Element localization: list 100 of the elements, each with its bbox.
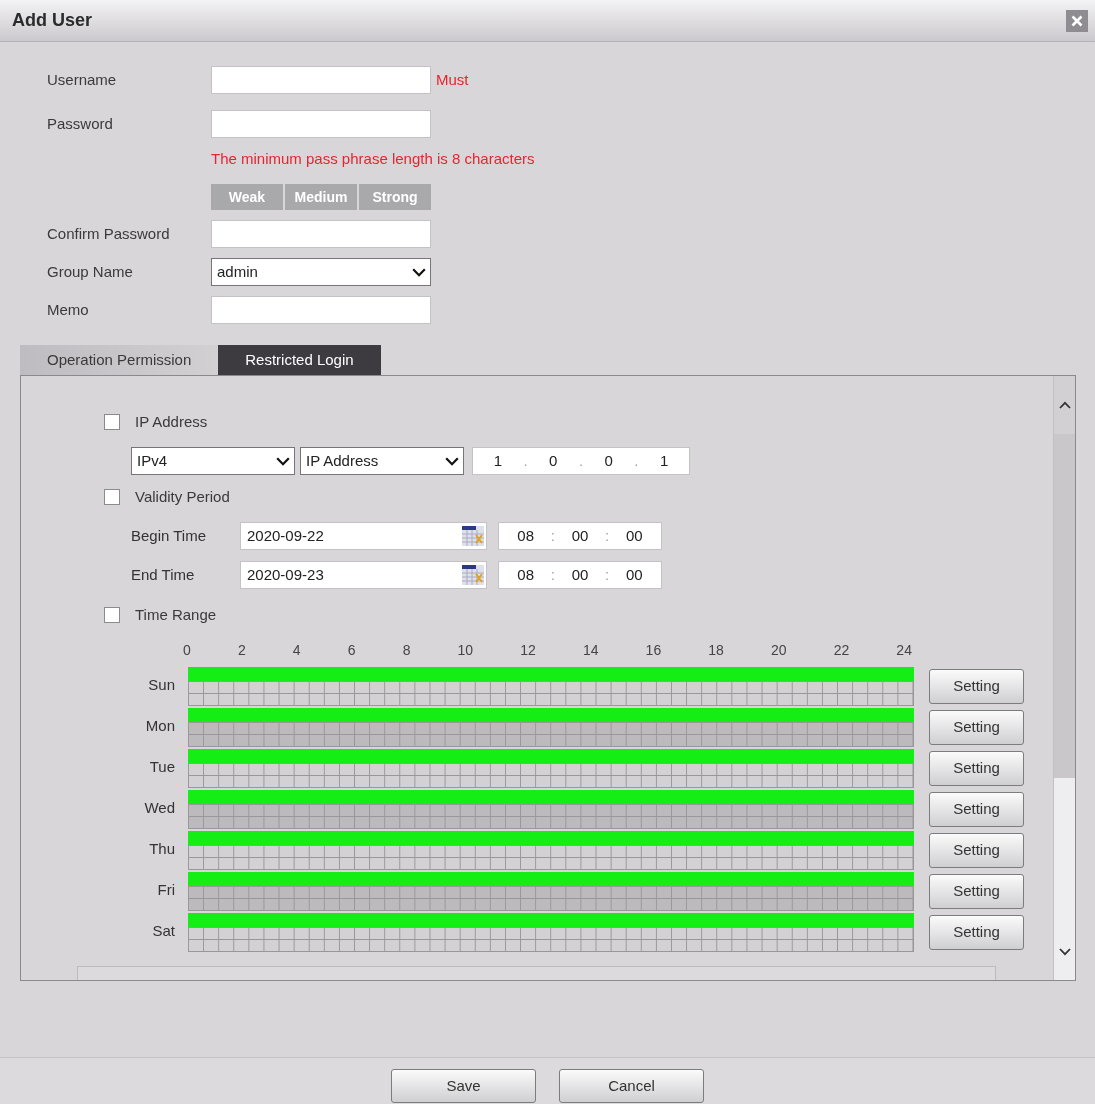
period-bar[interactable] bbox=[188, 790, 914, 804]
time-part[interactable]: 00 bbox=[571, 563, 589, 587]
day-label: Wed bbox=[144, 799, 175, 817]
period-bar[interactable] bbox=[188, 831, 914, 845]
checkbox[interactable] bbox=[104, 607, 120, 623]
setting-button[interactable]: Setting bbox=[929, 874, 1024, 909]
period-bar[interactable] bbox=[188, 913, 914, 927]
tab[interactable]: Restricted Login bbox=[218, 345, 381, 375]
group-select[interactable]: admin bbox=[211, 258, 431, 286]
text-field[interactable] bbox=[211, 66, 431, 94]
period-bar[interactable] bbox=[188, 749, 914, 763]
ip-octet[interactable]: 0 bbox=[604, 449, 613, 473]
scrollbar[interactable] bbox=[1053, 376, 1075, 980]
field-label: Memo bbox=[47, 299, 89, 320]
day-label: Tue bbox=[149, 758, 175, 776]
text-field[interactable] bbox=[211, 296, 431, 324]
hour-label: 22 bbox=[833, 642, 850, 658]
day-label: Fri bbox=[157, 881, 175, 899]
checkbox[interactable] bbox=[104, 489, 120, 505]
period-bar[interactable] bbox=[188, 872, 914, 886]
day-label: Thu bbox=[149, 840, 175, 858]
ip-version-select[interactable]: IPv4 bbox=[131, 447, 295, 475]
time-part[interactable]: 00 bbox=[625, 524, 643, 548]
ip-separator: . bbox=[578, 450, 584, 471]
close-button[interactable] bbox=[1066, 9, 1088, 32]
hour-label: 12 bbox=[520, 642, 536, 658]
time-label: Begin Time bbox=[131, 525, 207, 546]
time-grid[interactable] bbox=[188, 763, 914, 788]
ip-octet[interactable]: 1 bbox=[659, 449, 669, 473]
strength-segment: Strong bbox=[359, 184, 431, 210]
time-separator: : bbox=[605, 564, 610, 585]
option-label: Validity Period bbox=[135, 486, 230, 507]
field-label: Confirm Password bbox=[47, 223, 170, 244]
calendar-icon[interactable] bbox=[462, 526, 484, 546]
setting-button[interactable]: Setting bbox=[929, 710, 1024, 745]
hour-label: 8 bbox=[402, 642, 411, 658]
time-part[interactable]: 08 bbox=[517, 524, 535, 548]
chevron-down-icon bbox=[412, 267, 426, 277]
footer-button[interactable]: Cancel bbox=[559, 1069, 704, 1103]
day-label: Sat bbox=[152, 922, 175, 940]
password-field[interactable] bbox=[211, 220, 431, 248]
time-field[interactable]: 08 : 00 : 00 bbox=[498, 522, 662, 550]
ip-separator: . bbox=[523, 450, 528, 471]
hour-label: 10 bbox=[457, 642, 474, 658]
time-separator: : bbox=[605, 525, 610, 546]
period-bar[interactable] bbox=[188, 708, 914, 722]
strength-segment: Medium bbox=[285, 184, 357, 210]
scroll-up-button[interactable] bbox=[1054, 376, 1075, 434]
field-label: Group Name bbox=[47, 261, 133, 282]
chevron-up-icon bbox=[1058, 401, 1071, 409]
time-grid[interactable] bbox=[188, 927, 914, 952]
time-grid[interactable] bbox=[188, 722, 914, 747]
time-field[interactable]: 08 : 00 : 00 bbox=[498, 561, 662, 589]
time-separator: : bbox=[550, 564, 555, 585]
hour-label: 0 bbox=[183, 642, 191, 658]
checkbox[interactable] bbox=[104, 414, 120, 430]
scrollbar-thumb[interactable] bbox=[1054, 434, 1075, 778]
hour-label: 24 bbox=[896, 642, 912, 658]
ip-octet[interactable]: 0 bbox=[549, 449, 558, 473]
setting-button[interactable]: Setting bbox=[929, 669, 1024, 704]
hour-label: 16 bbox=[645, 642, 662, 658]
strength-segment: Weak bbox=[211, 184, 283, 210]
time-grid[interactable] bbox=[188, 845, 914, 870]
date-field[interactable]: 2020-09-22 bbox=[240, 522, 487, 550]
field-label: Password bbox=[47, 113, 113, 134]
field-label: Username bbox=[47, 69, 117, 90]
chevron-down-icon bbox=[1058, 948, 1071, 956]
day-label: Sun bbox=[148, 676, 175, 694]
hour-label: 18 bbox=[708, 642, 724, 658]
time-grid[interactable] bbox=[188, 681, 914, 706]
period-bar[interactable] bbox=[188, 667, 914, 681]
hour-label: 4 bbox=[292, 642, 301, 658]
date-field[interactable]: 2020-09-23 bbox=[240, 561, 487, 589]
time-part[interactable]: 00 bbox=[625, 563, 643, 587]
time-label: End Time bbox=[131, 564, 195, 585]
chevron-down-icon bbox=[445, 456, 459, 466]
option-label: IP Address bbox=[135, 411, 208, 432]
chevron-down-icon bbox=[276, 456, 290, 466]
ip-type-select[interactable]: IP Address bbox=[300, 447, 464, 475]
time-grid[interactable] bbox=[188, 804, 914, 829]
required-note: Must bbox=[436, 69, 469, 90]
time-grid[interactable] bbox=[188, 886, 914, 911]
day-label: Mon bbox=[145, 717, 175, 735]
time-separator: : bbox=[550, 525, 555, 546]
ip-octet[interactable]: 1 bbox=[493, 449, 503, 473]
hour-label: 2 bbox=[237, 642, 246, 658]
calendar-icon[interactable] bbox=[462, 565, 484, 585]
password-field[interactable] bbox=[211, 110, 431, 138]
setting-button[interactable]: Setting bbox=[929, 833, 1024, 868]
setting-button[interactable]: Setting bbox=[929, 751, 1024, 786]
time-part[interactable]: 00 bbox=[571, 524, 589, 548]
hour-label: 20 bbox=[770, 642, 787, 658]
tab[interactable]: Operation Permission bbox=[20, 345, 219, 375]
ip-address-field[interactable]: 1 . 0 . 0 . 1 bbox=[472, 447, 690, 475]
footer-button[interactable]: Save bbox=[391, 1069, 536, 1103]
hour-label: 14 bbox=[582, 642, 599, 658]
option-label: Time Range bbox=[135, 604, 217, 625]
time-part[interactable]: 08 bbox=[517, 563, 535, 587]
setting-button[interactable]: Setting bbox=[929, 915, 1024, 950]
setting-button[interactable]: Setting bbox=[929, 792, 1024, 827]
